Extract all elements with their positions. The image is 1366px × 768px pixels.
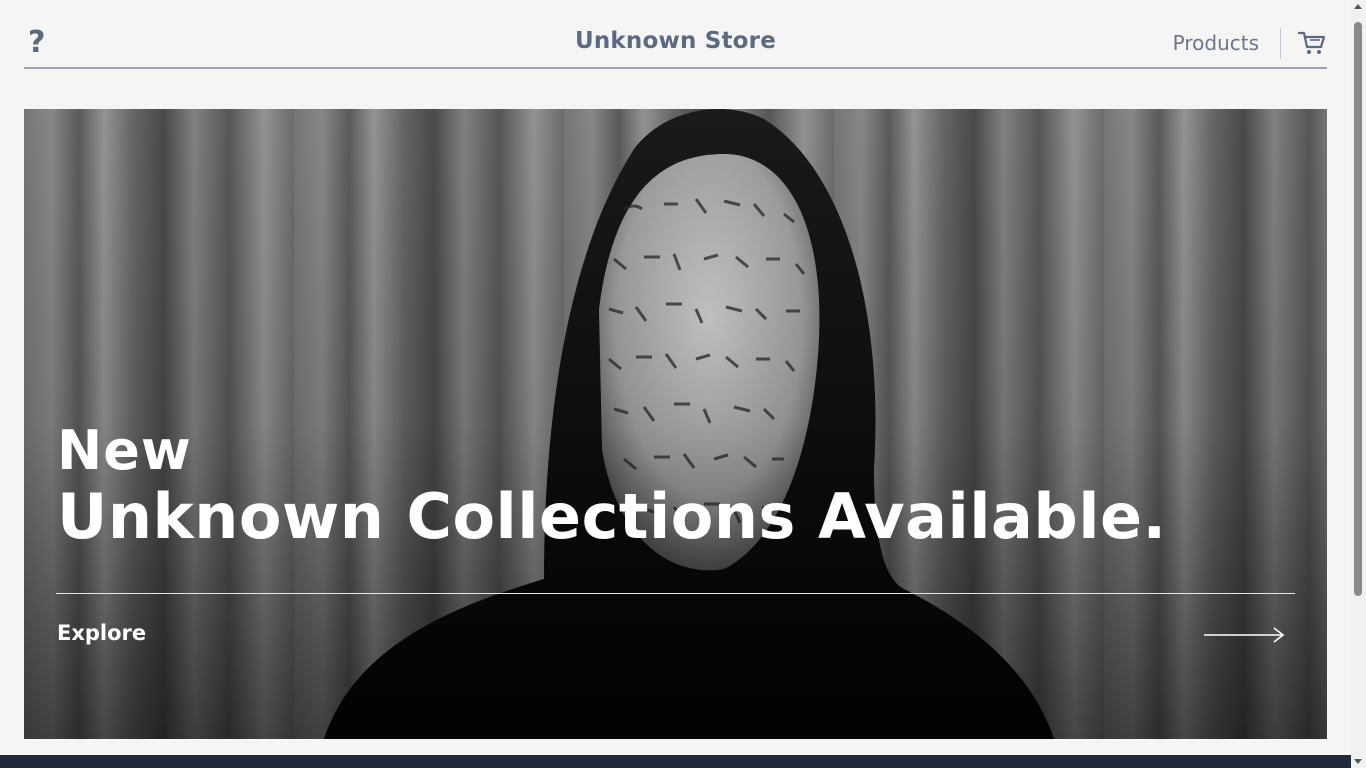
arrow-right-icon[interactable] (1204, 626, 1286, 644)
scrollbar[interactable] (1351, 0, 1366, 768)
hero-divider (56, 593, 1295, 594)
cart-icon[interactable] (1297, 29, 1327, 57)
hero-kicker: New (57, 419, 192, 482)
hero-copy: New Unknown Collections Available. (57, 421, 1167, 553)
brand-name[interactable]: Unknown Store (575, 28, 776, 54)
hero-banner: New Unknown Collections Available. Explo… (24, 109, 1327, 739)
nav-products-link[interactable]: Products (1173, 31, 1259, 55)
brand-logo: Unknown Store (24, 28, 1327, 54)
scroll-up-icon[interactable] (1354, 4, 1362, 9)
scrollbar-thumb[interactable] (1354, 22, 1362, 596)
nav-divider (1280, 28, 1281, 59)
site-header: ? Unknown Store Products (24, 22, 1327, 69)
hero-title: Unknown Collections Available. (57, 480, 1167, 553)
help-icon[interactable]: ? (28, 26, 52, 60)
scroll-down-icon[interactable] (1354, 759, 1362, 764)
explore-link[interactable]: Explore (57, 621, 146, 645)
footer-strip (0, 755, 1351, 768)
